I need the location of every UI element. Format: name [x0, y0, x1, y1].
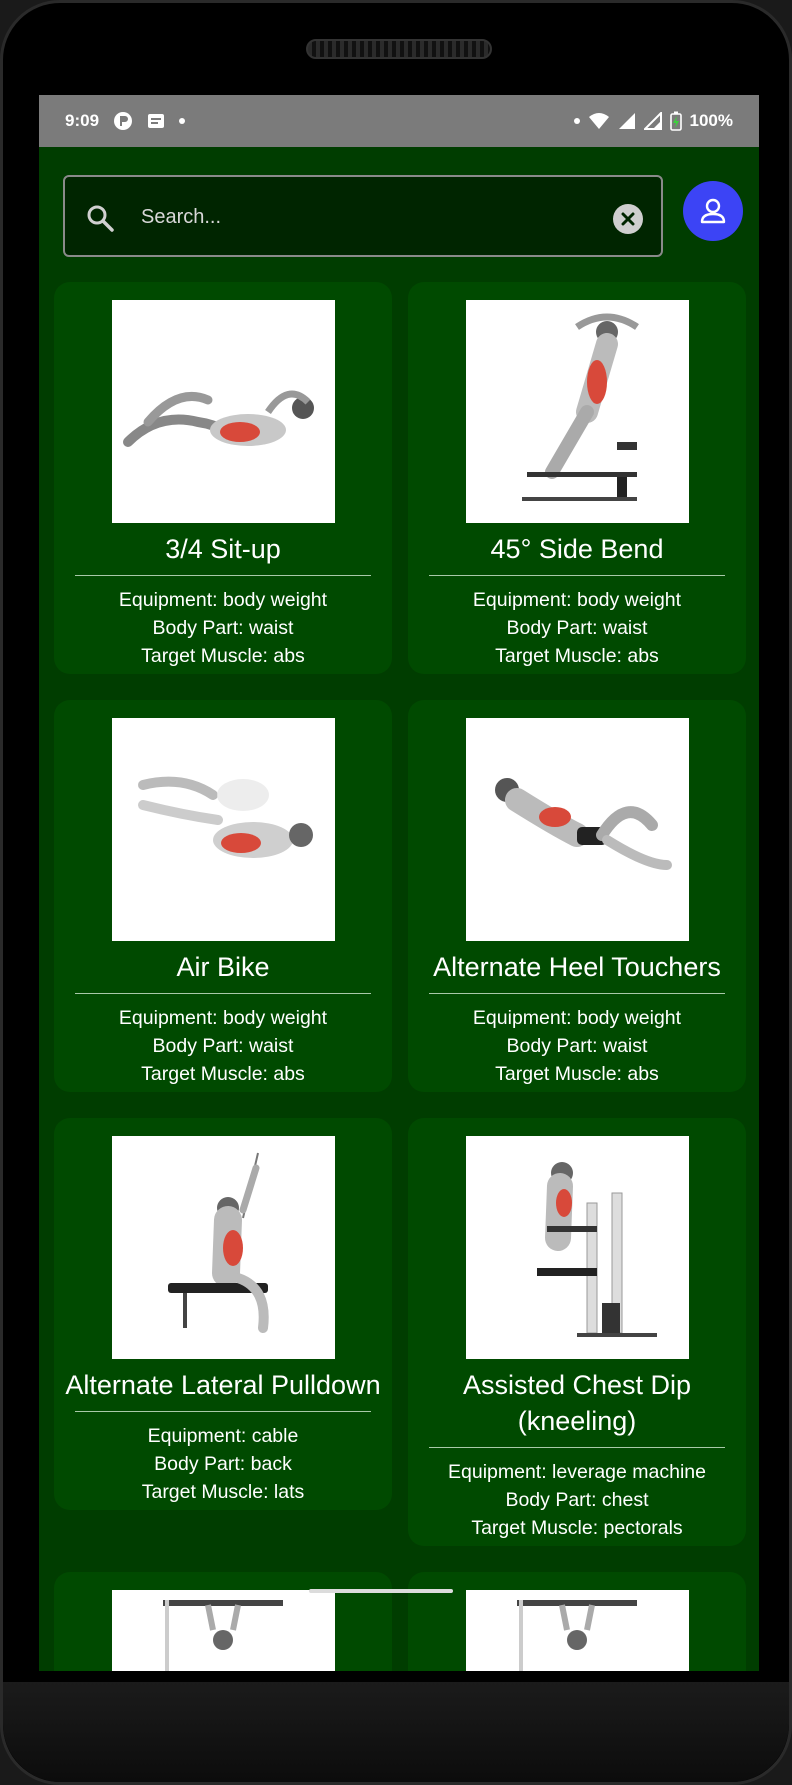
lateral-pulldown-illustration [168, 1152, 269, 1333]
dot-icon [573, 118, 580, 124]
exercise-title: 3/4 Sit-up [165, 534, 281, 564]
exercise-title: 45° Side Bend [490, 534, 664, 564]
exercise-image [111, 1590, 335, 1671]
exercise-image [111, 1136, 335, 1359]
exercise-equipment: Equipment: body weight [118, 589, 328, 611]
search-row [63, 175, 743, 257]
exercise-body-part: Body Part: back [154, 1453, 292, 1475]
exercise-image [111, 300, 335, 523]
exercise-card[interactable]: Alternate Heel Touchers Equipment: body … [408, 700, 746, 1092]
exercise-image [111, 718, 335, 941]
heel-touchers-illustration [495, 777, 672, 870]
chest-dip-illustration [537, 1161, 657, 1337]
exercise-card[interactable]: Assisted Chest Dip (kneeling) Equipment:… [408, 1118, 746, 1546]
status-time: 9:09 [65, 111, 100, 130]
exercise-target: Target Muscle: abs [495, 1063, 659, 1085]
phone-chin [3, 1682, 789, 1782]
speaker-grille [306, 39, 492, 59]
exercise-target: Target Muscle: abs [141, 1063, 305, 1085]
exercise-card[interactable]: 3/4 Sit-up Equipment: body weight Body P… [54, 282, 392, 674]
divider [429, 993, 725, 994]
hanging-exercise-illustration [517, 1600, 637, 1671]
exercise-image [465, 1590, 689, 1671]
divider [75, 575, 371, 576]
air-bike-illustration [138, 776, 313, 858]
app-screen: 9:09 100% Search... 3/4 Sit-up Equipment… [39, 95, 759, 1671]
exercise-target: Target Muscle: abs [495, 645, 659, 667]
close-icon [621, 212, 635, 226]
situp-illustration [123, 390, 314, 447]
battery-charging-icon [669, 111, 682, 131]
exercise-body-part: Body Part: waist [506, 617, 648, 639]
exercise-card[interactable]: Air Bike Equipment: body weight Body Par… [54, 700, 392, 1092]
exercise-target: Target Muscle: abs [141, 645, 305, 667]
divider [429, 1447, 725, 1448]
home-gesture-bar[interactable] [309, 1589, 453, 1593]
exercise-card[interactable] [54, 1572, 392, 1671]
person-icon [700, 198, 726, 224]
exercise-image [465, 1136, 689, 1359]
exercise-target: Target Muscle: pectorals [471, 1517, 683, 1539]
exercise-equipment: Equipment: body weight [472, 589, 682, 611]
clear-search-button[interactable] [613, 204, 643, 234]
search-input[interactable] [141, 199, 561, 235]
divider [75, 1411, 371, 1412]
exercise-body-part: Body Part: waist [152, 617, 294, 639]
exercise-equipment: Equipment: body weight [118, 1007, 328, 1029]
exercise-body-part: Body Part: waist [152, 1035, 294, 1057]
exercise-title: Assisted Chest Dip (kneeling) [462, 1370, 692, 1436]
dot-icon [179, 118, 186, 124]
exercise-equipment: Equipment: leverage machine [448, 1461, 706, 1483]
divider [429, 575, 725, 576]
battery-percent: 100% [689, 111, 733, 130]
exercise-card[interactable] [408, 1572, 746, 1671]
exercise-body-part: Body Part: chest [505, 1489, 649, 1511]
exercise-card[interactable]: Alternate Lateral Pulldown Equipment: ca… [54, 1118, 392, 1510]
exercise-equipment: Equipment: body weight [472, 1007, 682, 1029]
signal-icon [643, 112, 662, 130]
exercise-equipment: Equipment: cable [147, 1425, 299, 1447]
search-icon [85, 203, 115, 238]
divider [75, 993, 371, 994]
exercise-image [465, 718, 689, 941]
exercise-title: Alternate Heel Touchers [433, 952, 721, 982]
profile-button[interactable] [683, 181, 743, 241]
exercise-card[interactable]: 45° Side Bend Equipment: body weight Bod… [408, 282, 746, 674]
exercise-title: Air Bike [176, 952, 270, 982]
exercise-body-part: Body Part: waist [506, 1035, 648, 1057]
exercise-image [465, 300, 689, 523]
notification-icon [147, 113, 165, 129]
phone-frame: 9:09 100% Search... 3/4 Sit-up Equipment… [0, 0, 792, 1785]
hanging-exercise-illustration [163, 1600, 283, 1671]
signal-icon [618, 112, 636, 130]
side-bend-illustration [522, 313, 639, 501]
search-box[interactable] [63, 175, 663, 257]
status-bar: 9:09 100% [39, 95, 759, 147]
app-badge-icon [113, 111, 133, 131]
wifi-icon [588, 112, 610, 130]
exercise-target: Target Muscle: lats [141, 1481, 305, 1503]
exercise-title: Alternate Lateral Pulldown [65, 1370, 381, 1400]
